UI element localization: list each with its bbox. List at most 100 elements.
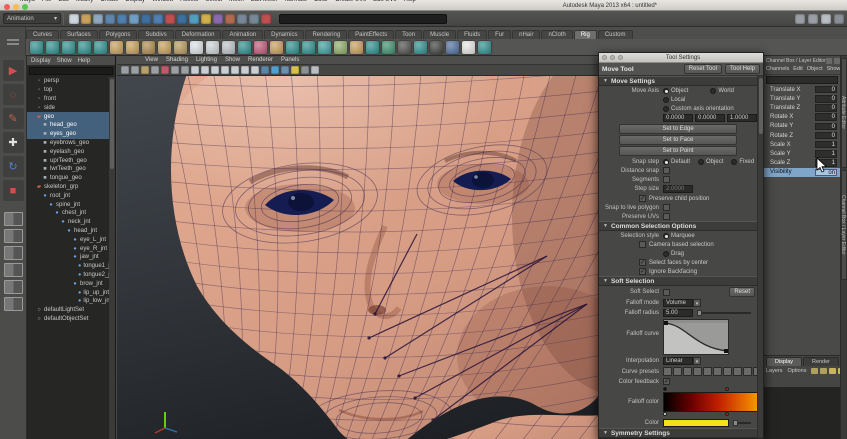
rotate-tool[interactable]: ↻ (3, 156, 24, 177)
xray-icon[interactable] (311, 66, 319, 74)
film-gate-icon[interactable] (201, 66, 209, 74)
shelf-tab[interactable]: Polygons (99, 30, 138, 39)
safe-title-icon[interactable] (251, 66, 259, 74)
channel-box-menu-item[interactable]: Object (807, 66, 823, 72)
birail-icon[interactable] (222, 41, 235, 54)
select-hierarchy-icon[interactable] (105, 14, 115, 24)
channel-value[interactable]: 0 (815, 123, 837, 131)
wireframe-mode-icon[interactable] (261, 66, 269, 74)
persp-graph-layout[interactable] (4, 280, 23, 294)
layers-menu[interactable]: Layers (766, 368, 783, 374)
boundary-icon[interactable] (238, 41, 251, 54)
channel-row[interactable]: Scale X 1 (764, 140, 840, 149)
axis-y-field[interactable]: 0.0000 (695, 114, 725, 122)
channel-row[interactable]: Rotate X 0 (764, 113, 840, 122)
outliner-item-head-geo[interactable]: ■ head_geo (27, 121, 109, 130)
curve-preset-button[interactable] (733, 367, 742, 376)
set-to-edge-button[interactable]: Set to Edge (619, 124, 737, 134)
mac-menu-item[interactable]: Edit Mesh (251, 0, 278, 3)
planar-icon[interactable] (190, 41, 203, 54)
status-divider[interactable] (63, 13, 67, 25)
channel-value[interactable]: 0 (815, 132, 837, 140)
color-swatch[interactable] (663, 419, 729, 427)
step-size-field[interactable]: 2.0000 (663, 185, 693, 193)
outliner-menu-item[interactable]: Display (31, 58, 51, 64)
outliner-item-upperteeth[interactable]: ■ uprTeeth_geo (27, 156, 109, 165)
color-feedback-checkbox[interactable] (663, 378, 670, 385)
outliner-item-persp[interactable]: ▫ persp (27, 77, 109, 86)
extrude-icon[interactable] (206, 41, 219, 54)
booleans-icon[interactable] (350, 41, 363, 54)
shelf-tab[interactable]: Deformation (175, 30, 222, 39)
outliner-item-eye-l-jnt[interactable]: ● eye_L_jnt (27, 235, 109, 244)
falloff-curve-graph[interactable] (663, 319, 729, 355)
outliner-item-jaw-jnt[interactable]: ● jaw_jnt (27, 253, 109, 262)
section-soft-selection[interactable]: ▼Soft Selection (599, 276, 757, 286)
panel-menu-item[interactable]: Panels (281, 57, 299, 63)
section-common-selection[interactable]: ▼Common Selection Options (599, 221, 757, 231)
outliner-item-lightset[interactable]: ○ defaultLightSet (27, 306, 109, 315)
distance-snap-checkbox[interactable] (663, 167, 670, 174)
snap-view-plane-icon[interactable] (177, 14, 187, 24)
shelf-tab[interactable]: Subdivs (138, 30, 173, 39)
outliner-menu-item[interactable]: Help (78, 58, 90, 64)
curve-tool-icon[interactable] (110, 41, 123, 54)
channel-box-menu-item[interactable]: Edit (793, 66, 802, 72)
shelf-tab[interactable]: Fur (488, 30, 511, 39)
preserve-uvs-checkbox[interactable] (663, 213, 670, 220)
select-tool[interactable]: ▶ (3, 60, 24, 81)
poly-smooth-icon[interactable] (318, 41, 331, 54)
select-component-icon[interactable] (129, 14, 139, 24)
channel-row[interactable]: Rotate Z 0 (764, 131, 840, 140)
shelf-tab[interactable]: Curves (26, 30, 59, 39)
outliner-filter-field[interactable] (29, 67, 113, 75)
outliner-item-front[interactable]: ▫ front (27, 95, 109, 104)
axis-x-field[interactable]: 0.0000 (663, 114, 693, 122)
falloff-radius-field[interactable]: 5.00 (663, 309, 693, 317)
curve-preset-button[interactable] (663, 367, 672, 376)
show-attribute-editor-toggle[interactable] (795, 14, 805, 24)
snap-curve-icon[interactable] (153, 14, 163, 24)
channel-value[interactable]: 0 (815, 113, 837, 121)
joint-tool-icon[interactable] (446, 41, 459, 54)
resolution-gate-icon[interactable] (211, 66, 219, 74)
curve-preset-button[interactable] (673, 367, 682, 376)
options-menu[interactable]: Options (788, 368, 807, 374)
outliner-item-lip-low-jnt[interactable]: ● lip_low_jnt (27, 297, 109, 306)
curve-preset-button[interactable] (693, 367, 702, 376)
outliner-item-head-jnt[interactable]: ● head_jnt (27, 227, 109, 236)
layer-tab[interactable]: Display (766, 357, 802, 366)
output-connections-icon[interactable] (213, 14, 223, 24)
outliner-item-root-jnt[interactable]: ● root_jnt (27, 191, 109, 200)
outliner-scrollbar[interactable] (109, 77, 115, 439)
outliner-item-tongue1-jnt[interactable]: ● tongue1_jnt (27, 262, 109, 271)
lighting-mode-icon[interactable] (291, 66, 299, 74)
zoom-window-button[interactable] (22, 4, 28, 10)
open-scene-icon[interactable] (81, 14, 91, 24)
outliner-item-spine-jnt[interactable]: ● spine_jnt (27, 200, 109, 209)
grease-pencil-icon[interactable] (181, 66, 189, 74)
safe-action-icon[interactable] (241, 66, 249, 74)
channel-row[interactable]: Translate Y 0 (764, 94, 840, 103)
snap-grid-icon[interactable] (141, 14, 151, 24)
field-chart-icon[interactable] (231, 66, 239, 74)
render-settings-icon[interactable] (261, 14, 271, 24)
channel-box-menu-item[interactable]: Show (827, 66, 841, 72)
show-channel-box-toggle[interactable] (821, 14, 831, 24)
outliner-item-tongue[interactable]: ■ tongue_geo (27, 174, 109, 183)
shelf-tab[interactable]: Surfaces (60, 30, 98, 39)
move-layer-down-icon[interactable] (820, 368, 827, 374)
set-to-point-button[interactable]: Set to Point (619, 146, 737, 156)
image-plane-icon[interactable] (161, 66, 169, 74)
numeric-input-field[interactable] (279, 14, 447, 24)
panel-menu-item[interactable]: View (145, 57, 158, 63)
shelf-tab[interactable]: Rendering (305, 30, 347, 39)
menu-set-dropdown[interactable]: Animation ▾ (3, 13, 61, 24)
outliner-item-objectset[interactable]: ○ defaultObjectSet (27, 315, 109, 324)
move-tool[interactable]: ✚ (3, 132, 24, 153)
mac-menu-item[interactable]: Create UVs (335, 0, 366, 3)
lasso-select-tool[interactable]: ◌ (3, 84, 24, 105)
radio-drag[interactable] (663, 251, 669, 257)
make-live-icon[interactable] (189, 14, 199, 24)
mac-menu-item[interactable]: Modify (76, 0, 94, 3)
